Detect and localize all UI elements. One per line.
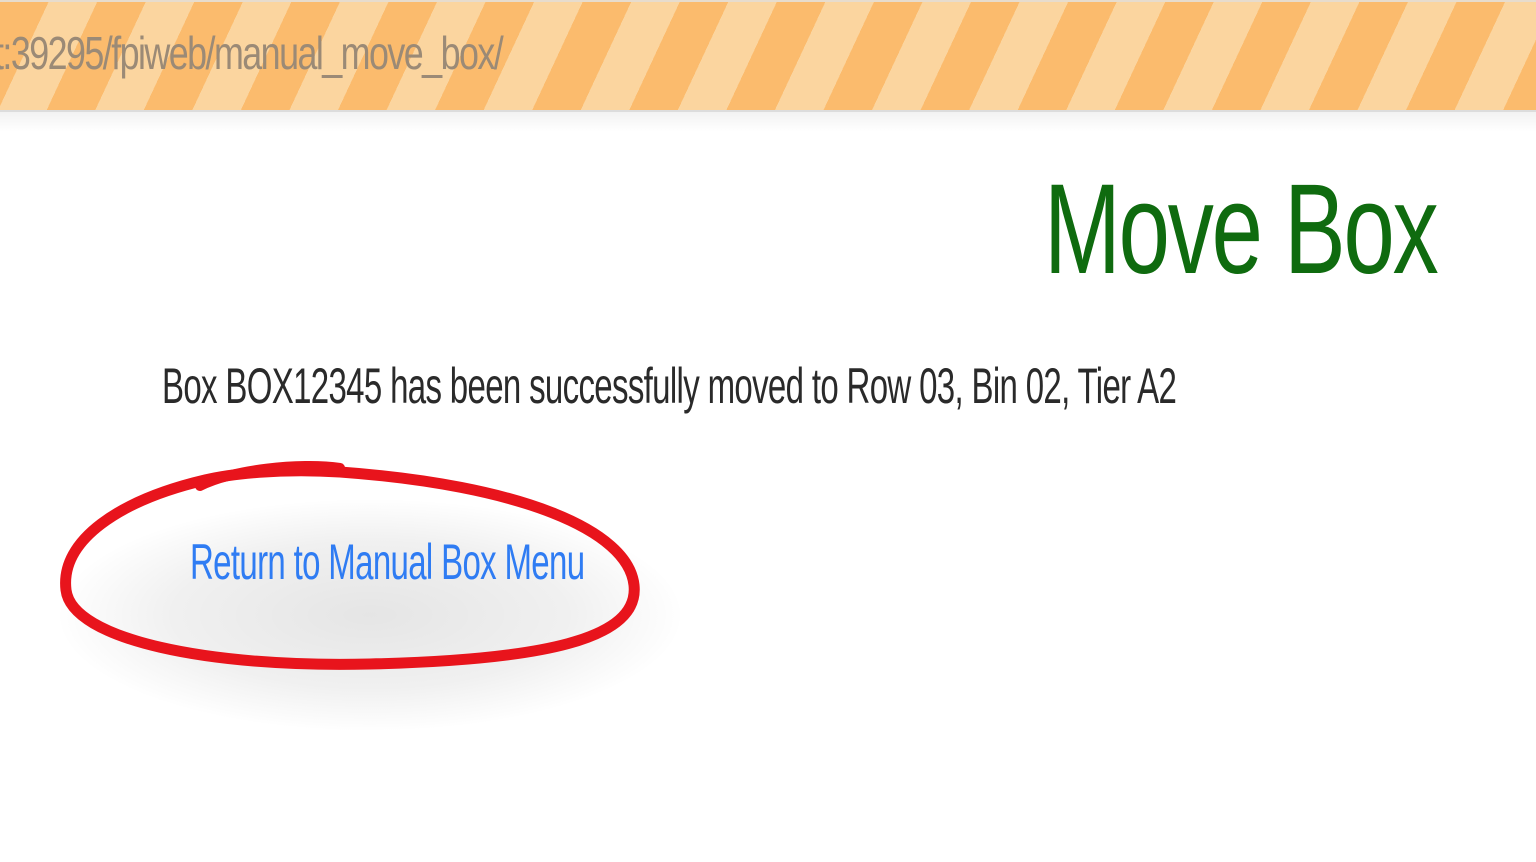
- red-ellipse-overlap-stroke: [195, 461, 345, 491]
- return-to-manual-box-menu-link[interactable]: Return to Manual Box Menu: [190, 532, 585, 592]
- url-text[interactable]: t:39295/fpiweb/manual_move_box/: [0, 26, 504, 80]
- page-title: Move Box: [1044, 158, 1439, 301]
- success-message: Box BOX12345 has been successfully moved…: [162, 358, 1177, 414]
- toolbar-divider: [0, 110, 1536, 132]
- address-bar[interactable]: t:39295/fpiweb/manual_move_box/: [0, 0, 1536, 110]
- browser-window: t:39295/fpiweb/manual_move_box/ Move Box…: [0, 0, 1536, 862]
